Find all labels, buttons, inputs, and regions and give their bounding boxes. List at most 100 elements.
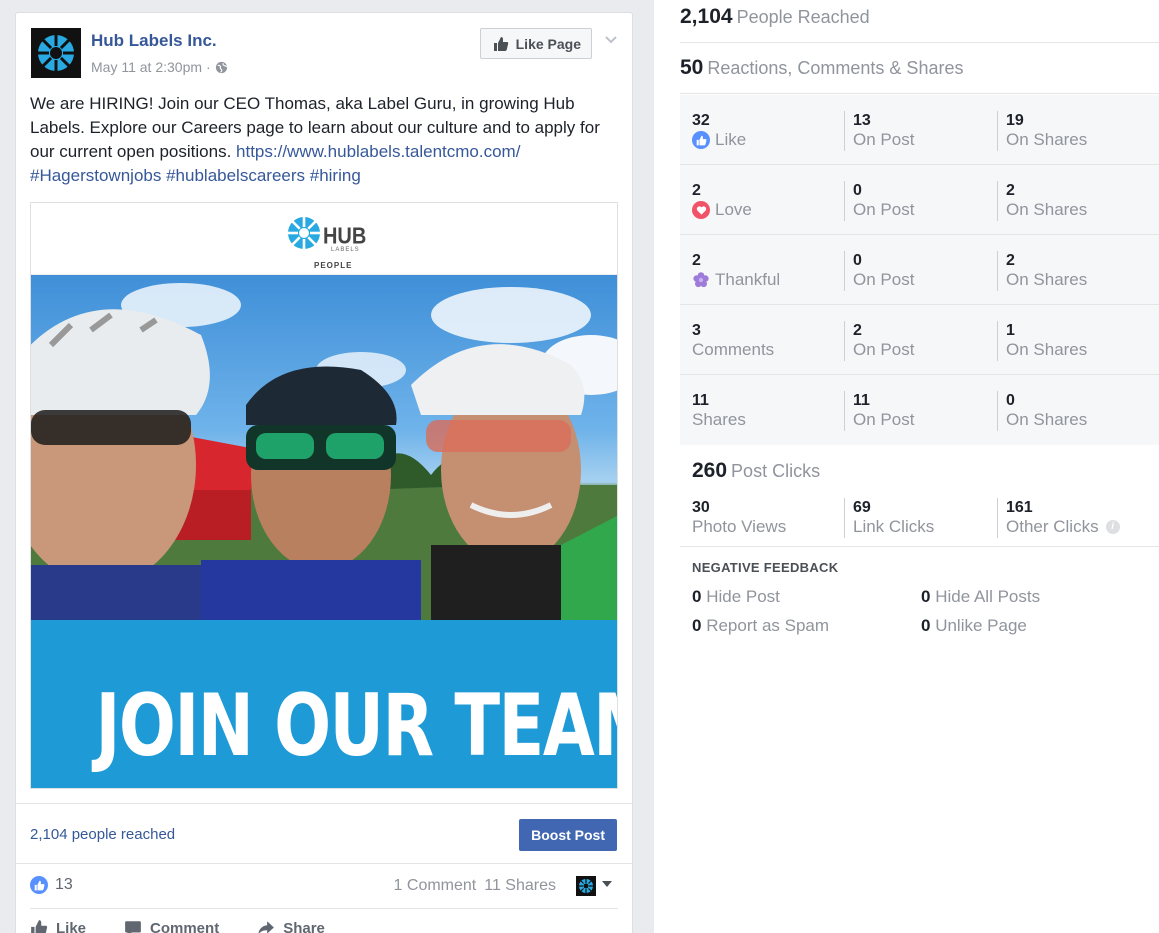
on-shares-label: On Shares [1006,270,1088,289]
thankful-on-shares-cell: 2 On Shares [997,251,1087,291]
shares-on-shares-value: 0 [1006,392,1015,409]
shares-on-shares-cell: 0 On Shares [997,391,1087,431]
banner-text: JOIN OUR TEAM! [95,676,617,776]
comment-share-counts: 1 Comment 11 Shares [394,877,556,895]
hub-logo-small-icon [576,876,596,896]
like-page-button[interactable]: Like Page [479,28,592,59]
post-text: We are HIRING! Join our CEO Thomas, aka … [30,92,622,188]
logo-hub-text: HUB [323,222,366,249]
post-timestamp[interactable]: May 11 at 2:30pm [91,59,202,75]
love-on-shares-cell: 2 On Shares [997,181,1087,221]
boost-post-button[interactable]: Boost Post [519,819,617,851]
love-on-shares-value: 2 [1006,182,1015,199]
love-icon [692,201,710,219]
thankful-icon [692,271,710,289]
on-post-label: On Post [853,270,915,289]
reaction-count[interactable]: 13 [30,876,73,894]
comments-label: Comments [692,340,775,359]
hide-post-value: 0 [692,587,702,606]
comments-total-value: 3 [692,322,701,339]
link-clicks-cell: 69 Link Clicks [844,498,934,538]
on-post-label: On Post [853,410,915,429]
thumbs-up-icon [31,920,48,933]
photo-views-label: Photo Views [692,517,787,536]
report-spam-stat: 0 Report as Spam [692,616,829,636]
join-team-banner: JOIN OUR TEAM! [31,620,617,788]
like-on-shares-value: 19 [1006,112,1024,129]
share-arrow-icon [258,921,275,933]
page-selector-avatar[interactable] [576,876,596,896]
shares-count-link[interactable]: 11 Shares [484,877,556,895]
like-icon [692,131,710,149]
on-post-label: On Post [853,340,915,359]
careers-link[interactable]: https://www.hublabels.talentcmo.com/ [236,142,520,161]
post-insights-panel: 2,104 People Reached 50 Reactions, Comment… [654,0,1159,933]
shares-total-value: 11 [692,392,709,409]
shares-label: Shares [692,410,746,429]
comments-count-link[interactable]: 1 Comment [394,877,477,895]
comments-on-shares-value: 1 [1006,322,1015,339]
thankful-total-value: 2 [692,252,701,269]
hide-post-stat: 0 Hide Post [692,587,780,607]
chevron-down-icon[interactable] [604,33,618,47]
report-spam-value: 0 [692,616,702,635]
post-meta: May 11 at 2:30pm · [91,59,228,75]
like-on-post-cell: 13 On Post [844,111,914,151]
info-icon[interactable]: i [1105,520,1120,534]
hashtag-hagerstownjobs[interactable]: #Hagerstownjobs [30,166,161,185]
like-page-label: Like Page [515,35,581,52]
photo-views-value: 30 [692,499,710,516]
like-on-shares-cell: 19 On Shares [997,111,1087,151]
post-card: Hub Labels Inc. May 11 at 2:30pm · Like … [15,12,633,933]
on-post-label: On Post [853,200,915,219]
reaction-row-comments: 3 Comments 2 On Post 1 On Shares [680,305,1159,375]
like-on-post-value: 13 [853,112,871,129]
post-clicks-header: 260 Post Clicks [692,459,820,483]
love-total-value: 2 [692,182,701,199]
link-clicks-value: 69 [853,499,871,516]
like-action-button[interactable]: Like [30,918,86,933]
on-post-label: On Post [853,130,915,149]
thankful-on-post-cell: 0 On Post [844,251,914,291]
comment-icon [125,921,141,933]
post-header: Hub Labels Inc. May 11 at 2:30pm · Like … [30,27,618,83]
comments-total-cell: 3 Comments [692,321,774,361]
unlike-page-label: Unlike Page [935,616,1027,635]
unlike-page-stat: 0 Unlike Page [921,616,1027,636]
hide-all-posts-stat: 0 Hide All Posts [921,587,1040,607]
reaction-row-like: 32 Like 13 On Post 19 On Shares [680,95,1159,165]
on-shares-label: On Shares [1006,200,1088,219]
on-shares-label: On Shares [1006,130,1088,149]
photo-illustration [31,283,617,620]
share-action-label: Share [283,919,325,933]
hashtag-hublabelscareers[interactable]: #hublabelscareers [166,166,305,185]
like-count-value: 13 [55,876,73,893]
hide-all-posts-value: 0 [921,587,931,606]
people-reached-link[interactable]: 2,104 people reached [30,826,175,843]
logo-labels-text: LABELS [331,247,360,253]
engagement-stats-row: 13 1 Comment 11 Shares [16,863,632,908]
caret-down-icon[interactable] [602,881,612,887]
shares-on-post-value: 11 [853,392,870,409]
post-clicks-label: Post Clicks [731,461,821,481]
shares-on-post-cell: 11 On Post [844,391,914,431]
like-label: Like [715,130,747,149]
reaction-row-shares: 11 Shares 11 On Post 0 On Shares [680,375,1159,445]
hide-post-label: Hide Post [706,587,780,606]
reactions-breakdown: 32 Like 13 On Post 19 On Shares 2 Love 0… [680,95,1159,445]
other-clicks-cell: 161 Other Clicks i [997,498,1120,538]
post-image[interactable]: HUB LABELS PEOPLE JOIN OUR TEA [30,202,618,789]
hashtag-hiring[interactable]: #hiring [310,166,361,185]
like-total-value: 32 [692,112,710,129]
reactions-total-label: Reactions, Comments & Shares [707,58,964,78]
like-reaction-icon [30,876,48,894]
thankful-on-post-value: 0 [853,252,862,269]
page-name-link[interactable]: Hub Labels Inc. [91,31,217,51]
share-action-button[interactable]: Share [257,918,325,933]
other-clicks-value: 161 [1006,499,1033,516]
reactions-total-row: 50 Reactions, Comments & Shares [680,43,1159,94]
post-clicks-breakdown: 30 Photo Views 69 Link Clicks 161 Other … [680,492,1159,547]
comment-action-button[interactable]: Comment [124,918,219,933]
page-avatar[interactable] [31,28,81,78]
hub-logo-icon [31,28,81,78]
